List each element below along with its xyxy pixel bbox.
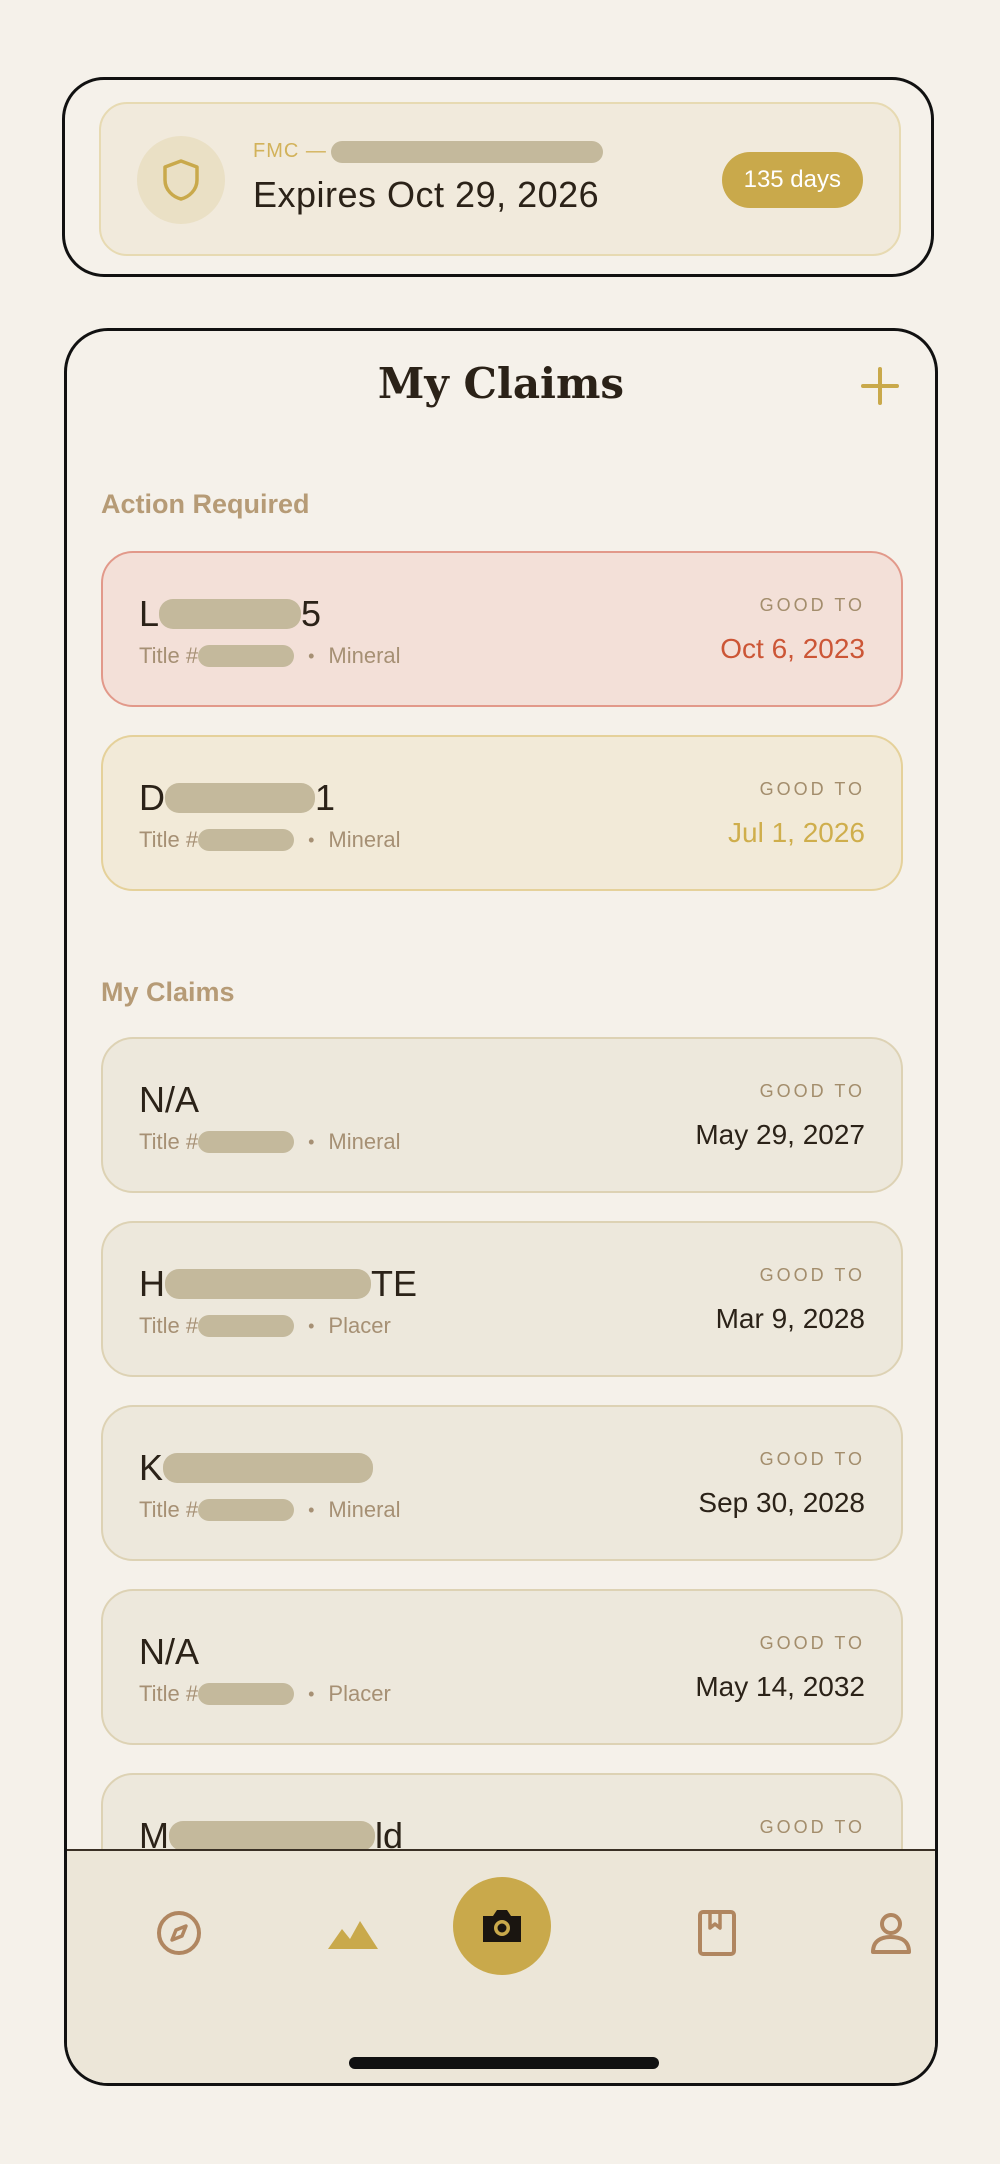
nav-saved[interactable] — [677, 1893, 757, 1973]
nav-claims[interactable] — [313, 1893, 393, 1973]
claim-name-prefix: D — [139, 777, 165, 818]
fmc-label-text: FMC — — [253, 140, 327, 162]
claim-card[interactable]: N/A Title # • Placer GOOD TO May 14, 2032 — [101, 1589, 903, 1745]
camera-icon — [483, 1910, 521, 1942]
claim-meta: Title # • Mineral — [139, 643, 401, 669]
claim-meta: Title # • Mineral — [139, 1497, 401, 1523]
separator-dot: • — [308, 1131, 315, 1152]
claim-type: Mineral — [328, 1129, 401, 1154]
good-to-label: GOOD TO — [759, 1265, 865, 1285]
claim-expiration-date: Oct 6, 2023 — [720, 633, 865, 664]
claim-name: H TE — [139, 1263, 417, 1305]
claim-title-label: Title # — [139, 1313, 199, 1338]
claim-type: Placer — [328, 1313, 391, 1338]
good-to-label: GOOD TO — [759, 1081, 865, 1101]
claim-card[interactable]: N/A Title # • Mineral GOOD TO May 29, 2027 — [101, 1037, 903, 1193]
claim-name: K — [139, 1447, 374, 1489]
redacted-text — [165, 783, 315, 813]
claim-expiration-date: Jul 1, 2026 — [728, 817, 865, 848]
claim-meta: Title # • Mineral — [139, 1129, 401, 1155]
claim-card[interactable]: K Title # • Mineral GOOD TO Sep 30, 2028 — [101, 1405, 903, 1561]
claim-meta: Title # • Placer — [139, 1681, 391, 1707]
claim-name-suffix: 1 — [315, 777, 336, 818]
claim-card[interactable]: D1 Title # • Mineral GOOD TO Jul 1, 2026 — [101, 735, 903, 891]
plus-icon — [861, 367, 899, 405]
claim-expiration-date: Sep 30, 2028 — [698, 1487, 865, 1518]
good-to-label: GOOD TO — [759, 1449, 865, 1469]
good-to-label: GOOD TO — [759, 595, 865, 615]
claim-name-suffix: TE — [371, 1263, 418, 1304]
claim-meta: Title # • Mineral — [139, 827, 401, 853]
claim-name: N/A — [139, 1631, 199, 1673]
claim-name-prefix: N/A — [139, 1079, 200, 1120]
claim-card[interactable]: H TE Title # • Placer GOOD TO Mar 9, 2028 — [101, 1221, 903, 1377]
claim-name-prefix: N/A — [139, 1631, 200, 1672]
claim-title-label: Title # — [139, 827, 199, 852]
good-to-label: GOOD TO — [759, 1817, 865, 1837]
fmc-label: FMC — — [253, 140, 603, 163]
claim-expiration-date: May 14, 2032 — [695, 1671, 865, 1702]
compass-icon — [157, 1911, 201, 1955]
section-my-claims: My Claims — [101, 977, 235, 1007]
separator-dot: • — [308, 645, 315, 666]
claim-name-prefix: L — [139, 593, 160, 634]
claim-title-label: Title # — [139, 1497, 199, 1522]
mountains-icon — [328, 1921, 378, 1949]
redacted-text — [198, 1315, 295, 1337]
fmc-expiration: Expires Oct 29, 2026 — [253, 174, 600, 215]
redacted-text — [163, 1453, 374, 1483]
claim-type: Mineral — [328, 643, 401, 668]
claim-name: D1 — [139, 777, 335, 819]
page-title: My Claims — [377, 359, 625, 408]
redacted-text — [198, 829, 295, 851]
bottom-nav — [67, 1849, 935, 2083]
section-action-required: Action Required — [101, 489, 310, 519]
shield-icon — [137, 136, 225, 224]
separator-dot: • — [308, 1315, 315, 1336]
claim-title-label: Title # — [139, 1681, 199, 1706]
claim-type: Mineral — [328, 827, 401, 852]
profile-icon — [871, 1913, 911, 1954]
add-claim-button[interactable] — [855, 361, 905, 411]
claim-type: Mineral — [328, 1497, 401, 1522]
claim-title-label: Title # — [139, 1129, 199, 1154]
claim-name-prefix: H — [139, 1263, 165, 1304]
separator-dot: • — [308, 1499, 315, 1520]
claim-name-suffix: 5 — [301, 593, 322, 634]
redacted-text — [330, 140, 603, 163]
claim-name-prefix: K — [139, 1447, 164, 1488]
claim-name: L5 — [139, 593, 321, 635]
good-to-label: GOOD TO — [759, 1633, 865, 1653]
claim-name: N/A — [139, 1079, 199, 1121]
separator-dot: • — [308, 829, 315, 850]
redacted-text — [169, 1821, 375, 1851]
claim-expiration-date: Mar 9, 2028 — [715, 1303, 865, 1334]
redacted-text — [198, 645, 295, 667]
claim-expiration-date: May 29, 2027 — [695, 1119, 865, 1150]
claims-screen: My Claims Action Required L5 Title # • Min… — [64, 328, 938, 2086]
claim-card[interactable]: L5 Title # • Mineral GOOD TO Oct 6, 2023 — [101, 551, 903, 707]
claim-title-label: Title # — [139, 643, 199, 668]
redacted-text — [198, 1683, 295, 1705]
fmc-card-frame: FMC — Expires Oct 29, 2026 135 days — [62, 77, 934, 277]
camera-button[interactable] — [453, 1877, 551, 1975]
home-indicator[interactable] — [349, 2057, 659, 2069]
redacted-text — [159, 599, 302, 629]
days-remaining-badge: 135 days — [721, 152, 863, 208]
separator-dot: • — [308, 1683, 315, 1704]
nav-explore[interactable] — [139, 1893, 219, 1973]
claim-meta: Title # • Placer — [139, 1313, 391, 1339]
redacted-text — [198, 1499, 295, 1521]
bookmark-icon — [698, 1910, 736, 1956]
redacted-text — [198, 1131, 295, 1153]
claim-type: Placer — [328, 1681, 391, 1706]
good-to-label: GOOD TO — [759, 779, 865, 799]
fmc-card[interactable]: FMC — Expires Oct 29, 2026 135 days — [99, 102, 901, 256]
redacted-text — [165, 1269, 371, 1299]
nav-profile[interactable] — [851, 1893, 931, 1973]
